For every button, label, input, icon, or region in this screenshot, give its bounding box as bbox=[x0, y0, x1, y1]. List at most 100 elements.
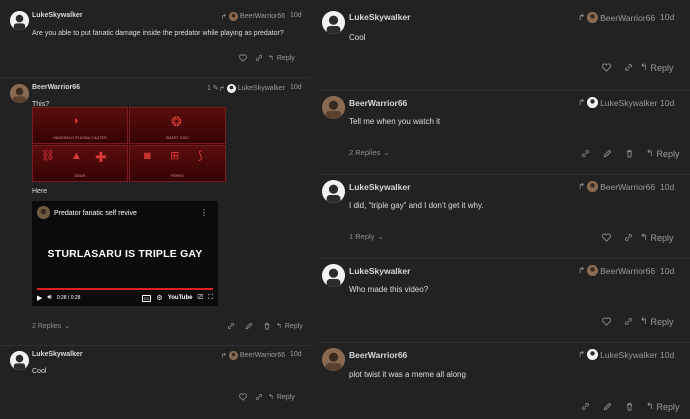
username[interactable]: LukeSkywalker bbox=[32, 351, 83, 358]
trash-icon[interactable] bbox=[618, 402, 640, 411]
reply-button[interactable]: ↰ Reply bbox=[640, 62, 674, 73]
reply-button[interactable]: ↰ Reply bbox=[646, 148, 680, 159]
link-icon[interactable] bbox=[574, 149, 596, 158]
reply-button[interactable]: ↰ Reply bbox=[646, 401, 680, 412]
reply-to-user[interactable]: ↱ BeerWarrior66 bbox=[221, 12, 285, 21]
link-icon[interactable] bbox=[616, 233, 640, 242]
username[interactable]: BeerWarrior66 bbox=[32, 84, 80, 91]
trash-icon[interactable] bbox=[258, 322, 276, 330]
reply-to-username: LukeSkywalker bbox=[600, 349, 658, 360]
link-icon[interactable] bbox=[250, 54, 268, 62]
heart-icon[interactable] bbox=[236, 393, 250, 401]
reply-to-user[interactable]: ↱ BeerWarrior66 bbox=[221, 351, 285, 360]
reply-arrow-icon: ↱ bbox=[221, 13, 227, 21]
post-actions: ↰ Reply bbox=[596, 232, 674, 243]
post-body: plot twist it was a meme all along bbox=[349, 370, 466, 379]
avatar[interactable] bbox=[10, 351, 29, 370]
reply-label: Reply bbox=[650, 232, 674, 243]
avatar[interactable] bbox=[322, 264, 345, 287]
video-progress-fill bbox=[37, 288, 213, 290]
reply-to-user[interactable]: ↱ BeerWarrior66 bbox=[578, 181, 655, 192]
heart-icon[interactable] bbox=[236, 54, 250, 62]
youtube-logo[interactable]: YouTube bbox=[168, 295, 193, 301]
video-title[interactable]: Predator fanatic self revive bbox=[54, 210, 137, 217]
username[interactable]: LukeSkywalker bbox=[349, 182, 410, 192]
more-options-icon[interactable]: ⋮ bbox=[200, 208, 208, 217]
image-cell: ◙ ⊞ ⟆ PERKS bbox=[129, 145, 226, 182]
channel-avatar[interactable] bbox=[37, 206, 50, 219]
post-body: Here bbox=[32, 188, 48, 195]
heart-icon[interactable] bbox=[596, 317, 616, 326]
reply-to-user[interactable]: ↱ LukeSkywalker bbox=[578, 97, 657, 108]
volume-icon[interactable]: 🔊︎ bbox=[47, 294, 51, 302]
link-icon[interactable] bbox=[574, 402, 596, 411]
reply-button[interactable]: ↰ Reply bbox=[276, 322, 303, 331]
perk-bag-icon: ◙ bbox=[144, 150, 151, 162]
post-date[interactable]: 10d bbox=[660, 12, 674, 22]
reply-to-user[interactable]: ↱ LukeSkywalker bbox=[219, 84, 285, 93]
reply-button[interactable]: ↰ Reply bbox=[268, 393, 295, 402]
image-caption: PERKS bbox=[171, 174, 184, 178]
heart-icon[interactable] bbox=[596, 63, 616, 72]
avatar bbox=[587, 181, 599, 192]
avatar[interactable] bbox=[322, 180, 345, 203]
username[interactable]: BeerWarrior66 bbox=[349, 98, 407, 108]
post-date[interactable]: 10d bbox=[660, 266, 674, 276]
reply-label: Reply bbox=[650, 316, 674, 327]
reply-icon: ↰ bbox=[268, 394, 274, 401]
avatar[interactable] bbox=[322, 96, 345, 119]
reply-to-username: LukeSkywalker bbox=[600, 97, 658, 108]
post-date[interactable]: 10d bbox=[290, 12, 302, 19]
reply-to-user[interactable]: ↱ LukeSkywalker bbox=[578, 349, 657, 360]
video-embed[interactable]: Predator fanatic self revive ⋮ STURLASAR… bbox=[32, 201, 218, 306]
captions-icon[interactable]: CC bbox=[141, 294, 152, 302]
image-cell: ❂ SMART DISC bbox=[129, 107, 226, 144]
post-actions: ↰ Reply bbox=[596, 316, 674, 327]
link-icon[interactable] bbox=[222, 322, 240, 330]
post-date[interactable]: 10d bbox=[660, 98, 674, 108]
play-icon[interactable]: ▶ bbox=[37, 294, 42, 302]
pencil-icon[interactable] bbox=[596, 402, 618, 411]
reply-button[interactable]: ↰ Reply bbox=[640, 316, 674, 327]
replies-count: 1 Reply bbox=[349, 232, 375, 241]
pencil-icon: ✎ bbox=[212, 85, 219, 92]
reply-to-username: BeerWarrior66 bbox=[239, 352, 286, 359]
post-date[interactable]: 10d bbox=[290, 84, 302, 91]
reply-to-user[interactable]: ↱ BeerWarrior66 bbox=[578, 265, 655, 276]
pencil-icon[interactable] bbox=[240, 322, 258, 330]
post-date[interactable]: 10d bbox=[290, 351, 302, 358]
video-time: 0:28 / 0:28 bbox=[56, 295, 81, 301]
avatar[interactable] bbox=[10, 11, 29, 30]
reply-to-user[interactable]: ↱ BeerWarrior66 bbox=[578, 12, 655, 23]
post-date[interactable]: 10d bbox=[660, 182, 674, 192]
video-progress-bar[interactable] bbox=[37, 288, 213, 290]
pencil-icon[interactable] bbox=[596, 149, 618, 158]
edit-indicator[interactable]: 1 ✎ bbox=[207, 84, 219, 93]
replies-toggle[interactable]: 2 Replies ⌄ bbox=[32, 322, 70, 331]
reply-label: Reply bbox=[276, 393, 295, 401]
reply-button[interactable]: ↰ Reply bbox=[640, 232, 674, 243]
avatar[interactable] bbox=[322, 11, 345, 34]
reply-button[interactable]: ↰ Reply bbox=[268, 54, 295, 63]
post-actions: ↰ Reply bbox=[574, 148, 680, 159]
username[interactable]: BeerWarrior66 bbox=[349, 350, 407, 360]
trash-icon[interactable] bbox=[618, 149, 640, 158]
username[interactable]: LukeSkywalker bbox=[349, 12, 410, 22]
replies-toggle[interactable]: 2 Replies ⌄ bbox=[349, 148, 390, 157]
link-icon[interactable] bbox=[616, 63, 640, 72]
link-icon[interactable] bbox=[616, 317, 640, 326]
heart-icon[interactable] bbox=[596, 233, 616, 242]
avatar[interactable] bbox=[322, 348, 345, 371]
reply-icon: ↰ bbox=[640, 62, 648, 72]
avatar[interactable] bbox=[10, 84, 29, 103]
avatar bbox=[587, 265, 599, 276]
replies-toggle[interactable]: 1 Reply ⌄ bbox=[349, 232, 384, 241]
fullscreen-icon[interactable]: ⛶ bbox=[208, 294, 213, 302]
game-loadout-image[interactable]: ◗ HANDHELD PLASMA CASTER ❂ SMART DISC ⛓ … bbox=[32, 107, 226, 182]
link-icon[interactable] bbox=[250, 393, 268, 401]
settings-gear-icon[interactable]: ⚙ bbox=[156, 294, 162, 302]
post-date[interactable]: 10d bbox=[660, 350, 674, 360]
cast-icon[interactable]: ⎚ bbox=[197, 294, 203, 302]
username[interactable]: LukeSkywalker bbox=[349, 266, 410, 276]
username[interactable]: LukeSkywalker bbox=[32, 12, 83, 19]
